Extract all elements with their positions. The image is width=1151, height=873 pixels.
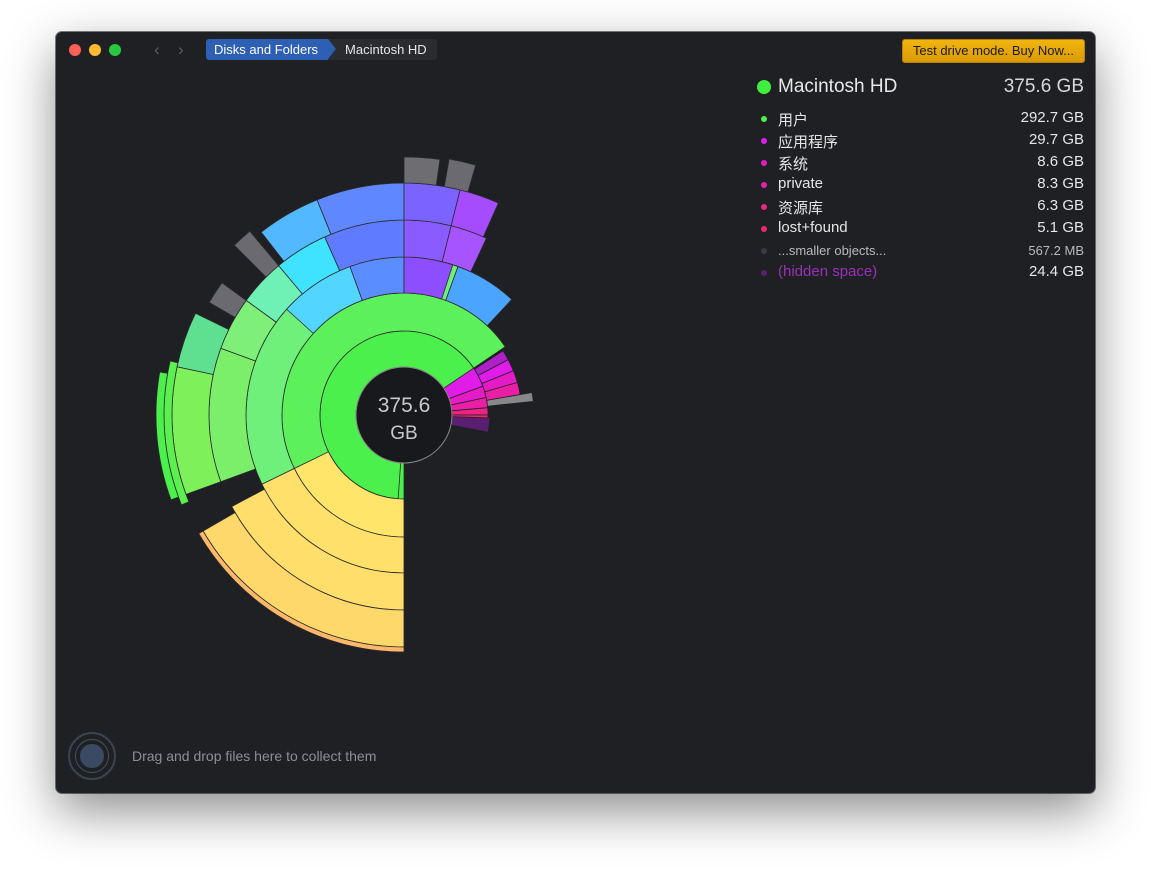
legend-item-size: 24.4 GB [1028, 263, 1084, 280]
legend-dot [761, 270, 767, 276]
disk-size: 375.6 GB [1003, 76, 1084, 97]
legend-item[interactable]: 资源库 6.3 GB [756, 196, 1084, 218]
center-size-unit: GB [390, 423, 417, 444]
legend-item-name: 系统 [778, 156, 809, 173]
legend-dot [761, 160, 767, 166]
grey-segment[interactable] [443, 158, 477, 193]
legend-item[interactable]: private 8.3 GB [756, 174, 1084, 196]
legend-dot [761, 182, 767, 188]
legend-item-name: lost+found [778, 219, 848, 236]
drop-zone-hint: Drag and drop files here to collect them [132, 748, 377, 764]
legend-dot [761, 138, 767, 144]
legend-item-smaller-objects[interactable]: ...smaller objects... 567.2 MB [756, 240, 1084, 262]
legend-item-size: 6.3 GB [1037, 197, 1084, 214]
legend-item-size: 8.3 GB [1037, 175, 1084, 192]
legend-item[interactable]: 用户 292.7 GB [756, 108, 1084, 130]
legend-item-name: private [778, 175, 824, 192]
legend-item-size: 5.1 GB [1037, 219, 1084, 236]
collector-icon[interactable] [68, 732, 116, 780]
legend-dot [761, 226, 767, 232]
hidden-space-segment[interactable] [450, 416, 490, 432]
legend-item-name: ...smaller objects... [778, 243, 887, 258]
purple-segment[interactable] [403, 182, 461, 227]
legend-list: 用户 292.7 GB 应用程序 29.7 GB 系统 8.6 GB priva… [756, 108, 1084, 284]
legend-item[interactable]: 系统 8.6 GB [756, 152, 1084, 174]
legend-item-size: 292.7 GB [1020, 109, 1084, 126]
legend-dot [761, 116, 767, 122]
legend-item-name: 应用程序 [778, 134, 839, 151]
legend-dot [761, 248, 767, 254]
legend-item-name: (hidden space) [778, 263, 878, 280]
legend-panel: Macintosh HD 375.6 GB 用户 292.7 GB 应用程序 2… [756, 76, 1084, 284]
main-window: ‹ › Disks and Folders Macintosh HD Test … [56, 32, 1095, 793]
legend-item[interactable]: lost+found 5.1 GB [756, 218, 1084, 240]
grey-segment[interactable] [403, 156, 441, 186]
disk-color-dot [757, 80, 771, 94]
legend-item-name: 用户 [778, 112, 809, 129]
legend-dot [761, 204, 767, 210]
center-size-value: 375.6 [378, 394, 431, 417]
legend-item-size: 8.6 GB [1037, 153, 1084, 170]
legend-item[interactable]: 应用程序 29.7 GB [756, 130, 1084, 152]
legend-header[interactable]: Macintosh HD 375.6 GB [756, 76, 1084, 102]
sunburst-segments [155, 156, 534, 653]
legend-item-size: 29.7 GB [1028, 131, 1084, 148]
legend-item-hidden-space[interactable]: (hidden space) 24.4 GB [756, 262, 1084, 284]
legend-item-name: 资源库 [778, 200, 824, 217]
disk-name: Macintosh HD [778, 76, 898, 97]
legend-item-size: 567.2 MB [1028, 243, 1084, 258]
